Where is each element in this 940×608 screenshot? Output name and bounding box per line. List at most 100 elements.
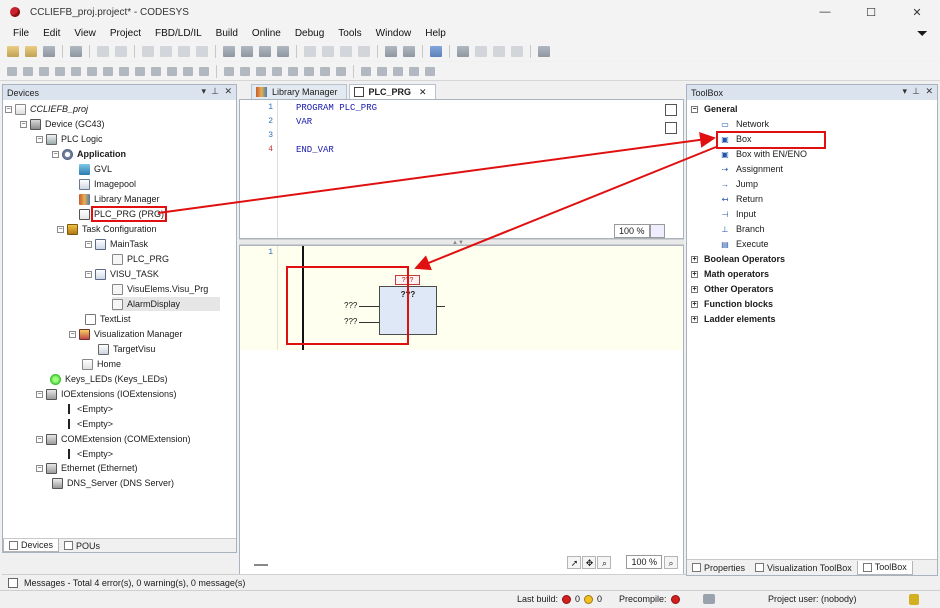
toolbox-item-execute[interactable]: ▤ Execute xyxy=(719,237,768,251)
menu-build[interactable]: Build xyxy=(209,28,245,39)
tree-node-gvl[interactable]: GVL xyxy=(69,162,112,176)
precompile-error-icon[interactable] xyxy=(670,594,680,604)
open-project-icon[interactable] xyxy=(25,46,37,57)
panel-dropdown-icon[interactable]: ▾ xyxy=(902,86,907,97)
textual-view-icon[interactable] xyxy=(665,104,677,116)
toolbox-item-assignment[interactable]: ⇢ Assignment xyxy=(719,162,783,176)
group-other-operators[interactable]: + Other Operators xyxy=(691,282,774,296)
user-icon[interactable] xyxy=(703,594,715,604)
fbd-set-icon[interactable] xyxy=(183,66,193,76)
menu-debug[interactable]: Debug xyxy=(288,28,331,39)
filter-icon[interactable]: ⏷ xyxy=(917,25,928,42)
tab-library-manager[interactable]: Library Manager xyxy=(251,84,347,99)
tab-pous[interactable]: POUs xyxy=(59,539,105,552)
collapse-icon[interactable]: − xyxy=(36,390,43,398)
horizontal-scroll-indicator[interactable] xyxy=(254,564,268,566)
fbd-input-icon[interactable] xyxy=(119,66,129,76)
ld-contact-negated-icon[interactable] xyxy=(256,66,266,76)
device-icon[interactable] xyxy=(430,46,442,57)
tab-toolbox[interactable]: ToolBox xyxy=(856,560,913,575)
toolbox-item-network[interactable]: ▭ Network xyxy=(719,117,769,131)
tree-node-targetvisu[interactable]: TargetVisu xyxy=(98,342,155,356)
pin-icon[interactable]: ⊥ xyxy=(912,86,920,97)
messages-bar[interactable]: Messages - Total 4 error(s), 0 warning(s… xyxy=(2,574,686,590)
tree-node-comextension[interactable]: − COMExtension (COMExtension) xyxy=(36,432,191,446)
menu-project[interactable]: Project xyxy=(103,28,148,39)
ld-contact-parallel-icon[interactable] xyxy=(240,66,250,76)
build-icon[interactable] xyxy=(385,46,397,57)
code-line[interactable]: VAR xyxy=(296,117,312,127)
security-icon[interactable] xyxy=(909,594,919,605)
fbd-output-icon[interactable] xyxy=(135,66,145,76)
tree-node-imagepool[interactable]: Imagepool xyxy=(69,177,136,191)
group-ladder-elements[interactable]: + Ladder elements xyxy=(691,312,776,326)
ld-edge-icon[interactable] xyxy=(320,66,330,76)
pointer-icon[interactable]: ➚ xyxy=(567,555,582,569)
collapse-icon[interactable]: − xyxy=(20,120,27,128)
collapse-icon[interactable]: − xyxy=(57,225,64,233)
close-button[interactable]: ✕ xyxy=(894,0,940,24)
tabular-view-icon[interactable] xyxy=(665,122,677,134)
menu-window[interactable]: Window xyxy=(369,28,419,39)
stop-icon[interactable] xyxy=(511,46,523,57)
print-icon[interactable] xyxy=(70,46,82,57)
maximize-button[interactable]: ☐ xyxy=(848,0,894,24)
decl-zoom-level[interactable]: 100 % xyxy=(614,224,650,238)
il-return-icon[interactable] xyxy=(425,66,435,76)
tree-node-empty-slot[interactable]: <Empty> xyxy=(65,447,113,461)
expand-icon[interactable]: + xyxy=(691,255,698,263)
cut-icon[interactable] xyxy=(142,46,154,57)
il-operand-icon[interactable] xyxy=(377,66,387,76)
body-zoom-level[interactable]: 100 % xyxy=(626,555,662,569)
tree-node-ethernet[interactable]: − Ethernet (Ethernet) xyxy=(36,461,138,475)
expand-icon[interactable]: + xyxy=(691,300,698,308)
write-values-icon[interactable] xyxy=(538,46,550,57)
group-math-operators[interactable]: + Math operators xyxy=(691,267,769,281)
ld-reset-coil-icon[interactable] xyxy=(304,66,314,76)
bookmark-icon[interactable] xyxy=(304,46,316,57)
fbd-jump-icon[interactable] xyxy=(87,66,97,76)
fbd-reset-icon[interactable] xyxy=(199,66,209,76)
collapse-icon[interactable]: − xyxy=(52,150,59,158)
pan-icon[interactable]: ✥ xyxy=(582,555,597,569)
bookmark-next-icon[interactable] xyxy=(322,46,334,57)
rebuild-icon[interactable] xyxy=(403,46,415,57)
menu-online[interactable]: Online xyxy=(245,28,288,39)
collapse-icon[interactable]: − xyxy=(691,105,698,113)
tree-node-dns-server[interactable]: DNS_Server (DNS Server) xyxy=(52,476,174,490)
replace-icon[interactable] xyxy=(241,46,253,57)
tree-node-visualization-manager[interactable]: − Visualization Manager xyxy=(69,327,182,341)
toolbox-item-box-en-eno[interactable]: ▣ Box with EN/ENO xyxy=(719,147,807,161)
menu-help[interactable]: Help xyxy=(418,28,453,39)
code-line[interactable]: PROGRAM PLC_PRG xyxy=(296,103,377,113)
collapse-icon[interactable]: − xyxy=(36,135,43,143)
fbd-network-below-icon[interactable] xyxy=(23,66,33,76)
find-previous-icon[interactable] xyxy=(277,46,289,57)
toolbox-item-jump[interactable]: → Jump xyxy=(719,177,758,191)
network-1[interactable]: ??? ??? ??? ??? xyxy=(278,246,683,350)
collapse-icon[interactable]: − xyxy=(85,270,92,278)
close-tab-icon[interactable]: ✕ xyxy=(419,87,427,98)
il-operator-icon[interactable] xyxy=(361,66,371,76)
tree-node-alarm-display[interactable]: AlarmDisplay xyxy=(112,297,220,311)
group-boolean-operators[interactable]: + Boolean Operators xyxy=(691,252,785,266)
tab-plc-prg[interactable]: PLC_PRG ✕ xyxy=(348,84,436,99)
collapse-icon[interactable]: − xyxy=(5,105,12,113)
find-next-icon[interactable] xyxy=(259,46,271,57)
tree-node-maintask[interactable]: − MainTask xyxy=(85,237,148,251)
code-line[interactable]: END_VAR xyxy=(296,145,334,155)
tree-node-home[interactable]: Home xyxy=(82,357,121,371)
tree-node-device[interactable]: − Device (GC43) xyxy=(20,117,105,131)
group-function-blocks[interactable]: + Function blocks xyxy=(691,297,773,311)
zoom-icon[interactable] xyxy=(650,224,665,238)
redo-icon[interactable] xyxy=(115,46,127,57)
menu-tools[interactable]: Tools xyxy=(331,28,368,39)
close-panel-icon[interactable]: ✕ xyxy=(224,86,232,97)
undo-icon[interactable] xyxy=(97,46,109,57)
toolbox-item-return[interactable]: ↤ Return xyxy=(719,192,763,206)
zoom-icon[interactable]: ⌕ xyxy=(664,555,678,569)
bookmark-clear-icon[interactable] xyxy=(358,46,370,57)
save-icon[interactable] xyxy=(43,46,55,57)
tab-properties[interactable]: Properties xyxy=(687,561,750,575)
close-panel-icon[interactable]: ✕ xyxy=(925,86,933,97)
